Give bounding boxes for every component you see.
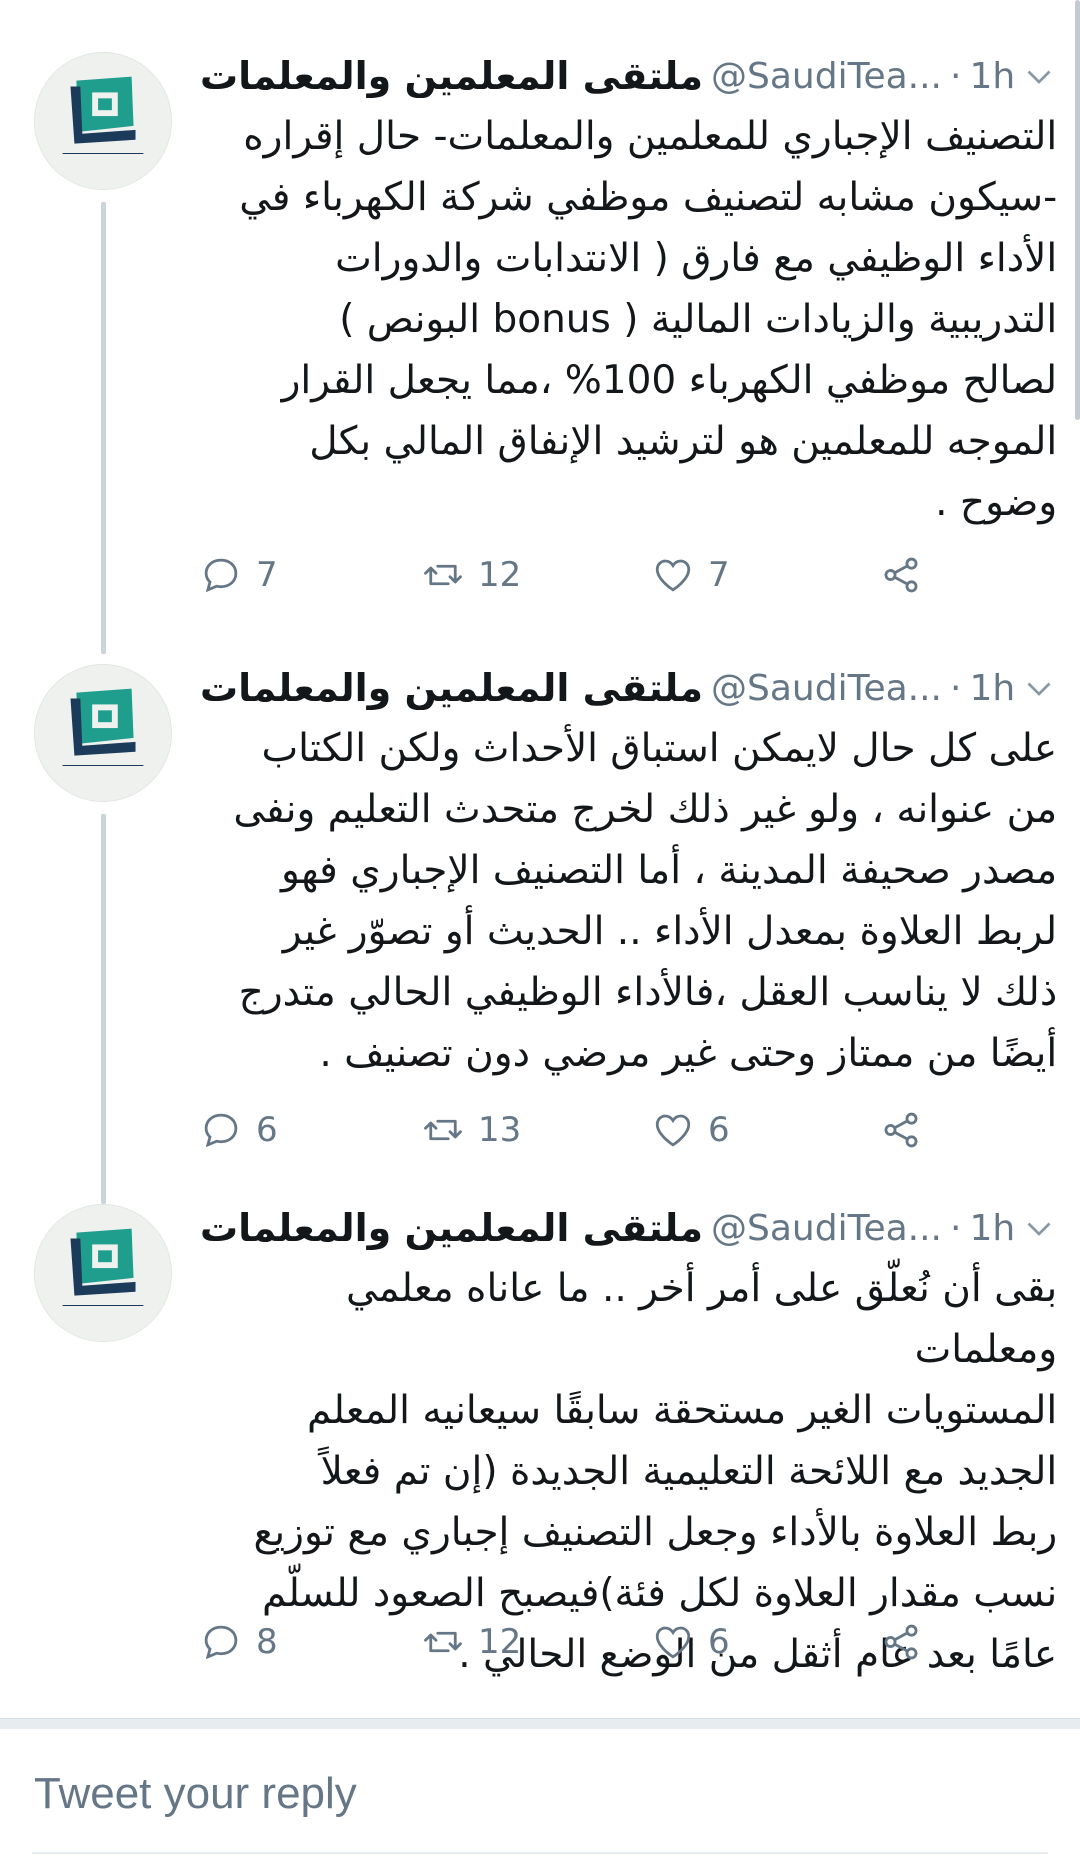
reply-count: 8 [256,1622,278,1662]
retweet-icon [424,1119,462,1141]
reply-input[interactable] [32,1768,1036,1820]
tweet-actions: 8 12 6 [200,1612,1040,1672]
like-count: 7 [708,555,730,595]
like-button[interactable]: 6 [652,1109,730,1151]
tweet-actions: 6 13 6 [200,1100,1040,1160]
avatar-column [0,664,200,1204]
chevron-down-icon[interactable] [1021,670,1057,706]
share-button[interactable] [880,1109,922,1151]
retweet-count: 13 [478,1110,522,1150]
avatar[interactable] [34,52,172,190]
heart-icon [655,559,691,592]
heart-icon [655,1114,691,1147]
share-icon [884,1624,918,1660]
share-icon [884,557,918,593]
avatar[interactable] [34,664,172,802]
tweet-header: ملتقى المعلمين والمعلمات @SaudiTea... · … [200,1204,1057,1252]
like-button[interactable]: 6 [652,1621,730,1663]
tweet[interactable]: ملتقى المعلمين والمعلمات @SaudiTea... · … [0,612,1080,1204]
retweet-icon [424,1631,462,1653]
like-button[interactable]: 7 [652,554,730,596]
separator: · [950,667,962,709]
author-handle[interactable]: @SaudiTea... [711,1208,942,1249]
tweet-content: ملتقى المعلمين والمعلمات @SaudiTea... · … [200,52,1080,612]
tweet-content: ملتقى المعلمين والمعلمات @SaudiTea... · … [200,664,1080,1162]
chevron-down-icon[interactable] [1021,1210,1057,1246]
heart-icon [655,1626,691,1659]
retweet-count: 12 [478,1622,522,1662]
logo-icon [35,1205,171,1341]
reply-count: 7 [256,555,278,595]
logo-icon [35,53,171,189]
avatar-column [0,1204,200,1682]
tweet[interactable]: ملتقى المعلمين والمعلمات @SaudiTea... · … [0,1162,1080,1682]
retweet-count: 12 [478,555,522,595]
separator: · [950,1207,962,1249]
tweet[interactable]: ملتقى المعلمين والمعلمات @SaudiTea... · … [0,0,1080,654]
retweet-icon [424,564,462,586]
author-handle[interactable]: @SaudiTea... [711,668,942,709]
section-divider [0,1718,1080,1729]
author-name[interactable]: ملتقى المعلمين والمعلمات [200,54,703,98]
tweet-text: التصنيف الإجباري للمعلمين والمعلمات- حال… [239,114,1058,525]
tweet-thread: ملتقى المعلمين والمعلمات @SaudiTea... · … [0,0,1080,1682]
author-handle[interactable]: @SaudiTea... [711,56,942,97]
reply-underline [32,1852,1048,1854]
timestamp[interactable]: 1h [969,668,1015,709]
reply-composer[interactable] [0,1730,1080,1858]
timestamp[interactable]: 1h [969,56,1015,97]
author-name[interactable]: ملتقى المعلمين والمعلمات [200,1206,703,1250]
reply-icon [204,1625,238,1660]
like-count: 6 [708,1110,730,1150]
reply-button[interactable]: 6 [200,1109,278,1151]
scrollbar[interactable] [1075,0,1080,420]
avatar[interactable] [34,1204,172,1342]
reply-button[interactable]: 8 [200,1621,278,1663]
avatar-column [0,52,200,654]
retweet-button[interactable]: 12 [422,1621,521,1663]
share-button[interactable] [880,554,922,596]
like-count: 6 [708,1622,730,1662]
tweet-content: ملتقى المعلمين والمعلمات @SaudiTea... · … [200,1204,1080,1682]
share-button[interactable] [880,1621,922,1663]
tweet-text: على كل حال لايمكن استباق الأحداث ولكن ال… [233,726,1058,1076]
chevron-down-icon[interactable] [1021,58,1057,94]
retweet-button[interactable]: 12 [422,554,521,596]
thread-connector-line [101,202,106,654]
separator: · [950,55,962,97]
thread-connector-line [101,814,106,1204]
tweet-header: ملتقى المعلمين والمعلمات @SaudiTea... · … [200,52,1057,100]
retweet-button[interactable]: 13 [422,1109,521,1151]
tweet-actions: 7 12 7 [200,545,1040,605]
logo-icon [35,665,171,801]
reply-icon [204,1113,238,1148]
share-icon [884,1112,918,1148]
tweet-header: ملتقى المعلمين والمعلمات @SaudiTea... · … [200,664,1057,712]
timestamp[interactable]: 1h [969,1208,1015,1249]
reply-count: 6 [256,1110,278,1150]
reply-icon [204,558,238,593]
author-name[interactable]: ملتقى المعلمين والمعلمات [200,666,703,710]
reply-button[interactable]: 7 [200,554,278,596]
